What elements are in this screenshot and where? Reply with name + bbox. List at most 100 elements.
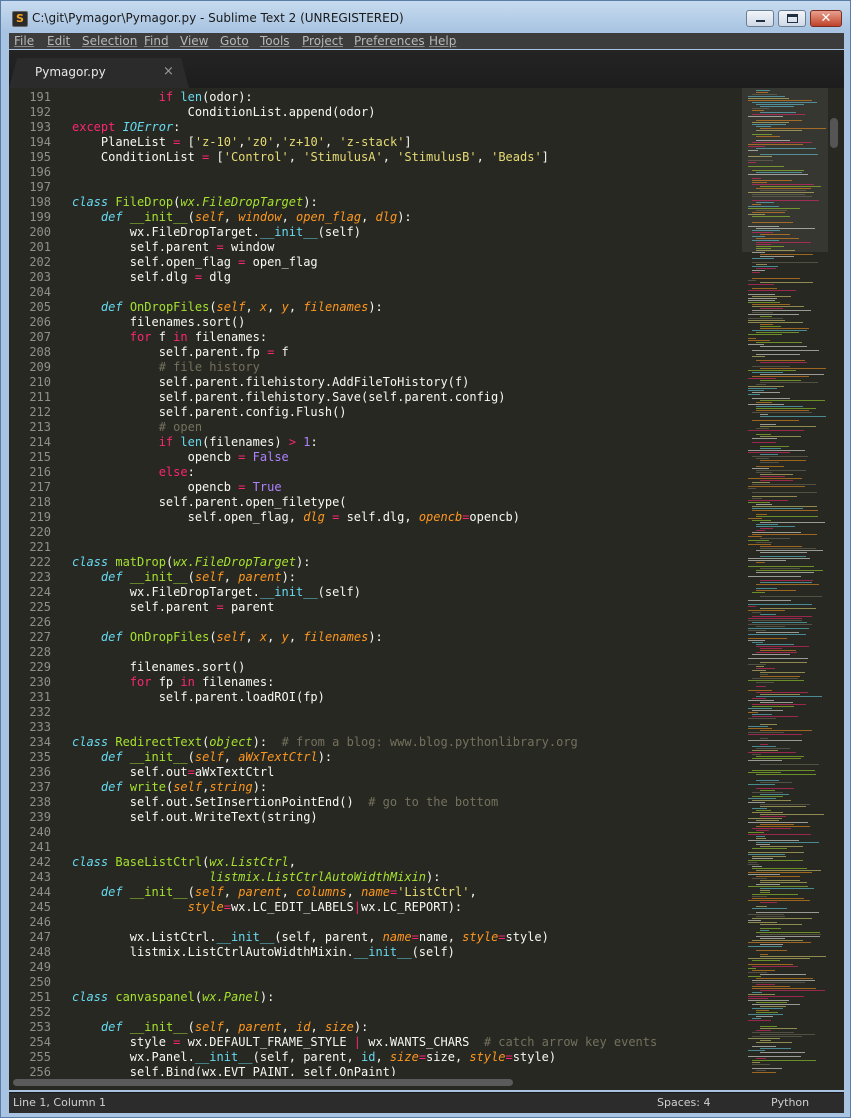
minimap-line (760, 328, 809, 329)
code-line[interactable]: self.parent.fp = f (72, 345, 289, 360)
tab-pymagor-py[interactable]: Pymagor.py × (9, 58, 189, 88)
close-window-button[interactable]: ✕ (810, 10, 842, 27)
code-line[interactable]: if len(odor): (72, 90, 253, 105)
code-line[interactable]: else: (72, 465, 195, 480)
code-area[interactable]: if len(odor): ConditionList.append(odor)… (72, 88, 742, 1076)
minimap-line (760, 256, 794, 257)
minimap-line (752, 110, 764, 111)
tab-close-icon[interactable]: × (163, 64, 174, 79)
code-line[interactable]: class FileDrop(wx.FileDropTarget): (72, 195, 318, 210)
line-number: 245 (29, 900, 51, 914)
menu-preferences[interactable]: Preferences (354, 33, 425, 49)
line-number: 250 (29, 975, 51, 989)
minimap-line (752, 496, 797, 497)
code-line[interactable]: for f in filenames: (72, 330, 267, 345)
horizontal-scrollbar[interactable] (9, 1076, 844, 1090)
code-line[interactable]: class canvaspanel(wx.Panel): (72, 990, 274, 1005)
code-line[interactable]: ConditionList.append(odor) (72, 105, 376, 120)
code-line[interactable]: class BaseListCtrl(wx.ListCtrl, (72, 855, 296, 870)
minimap-line (748, 558, 810, 559)
code-line[interactable]: class RedirectText(object): # from a blo… (72, 735, 578, 750)
menu-tools[interactable]: Tools (260, 33, 290, 49)
code-line[interactable]: self.parent.open_filetype( (72, 495, 347, 510)
code-line[interactable]: def OnDropFiles(self, x, y, filenames): (72, 300, 383, 315)
code-line[interactable]: self.open_flag, dlg = self.dlg, opencb=o… (72, 510, 520, 525)
code-line[interactable]: def __init__(self, parent, columns, name… (72, 885, 477, 900)
code-line[interactable]: def __init__(self, aWxTextCtrl): (72, 750, 332, 765)
menu-project[interactable]: Project (302, 33, 343, 49)
minimap-line (748, 728, 772, 729)
horizontal-scrollbar-thumb[interactable] (13, 1079, 513, 1086)
code-line[interactable]: for fp in filenames: (72, 675, 275, 690)
code-line[interactable]: def write(self,string): (72, 780, 267, 795)
code-line[interactable]: self.parent.filehistory.AddFileToHistory… (72, 375, 470, 390)
code-line[interactable]: self.parent.config.Flush() (72, 405, 347, 420)
minimap-line (760, 824, 794, 825)
minimize-button[interactable] (746, 10, 774, 27)
code-line[interactable]: def __init__(self, window, open_flag, dl… (72, 210, 412, 225)
code-line[interactable]: self.parent = parent (72, 600, 275, 615)
code-line[interactable]: def __init__(self, parent, id, size): (72, 1020, 368, 1035)
code-line[interactable]: self.open_flag = open_flag (72, 255, 318, 270)
minimap-line (748, 802, 765, 803)
vertical-scrollbar-thumb[interactable] (830, 118, 838, 148)
menu-edit[interactable]: Edit (47, 33, 70, 49)
code-line[interactable]: self.parent = window (72, 240, 275, 255)
menu-file[interactable]: File (14, 33, 34, 49)
syntax-mode[interactable]: Python (771, 1096, 809, 1109)
code-line[interactable]: wx.FileDropTarget.__init__(self) (72, 225, 361, 240)
menu-find[interactable]: Find (144, 33, 169, 49)
code-line[interactable]: listmix.ListCtrlAutoWidthMixin.__init__(… (72, 945, 455, 960)
menu-goto[interactable]: Goto (220, 33, 249, 49)
code-line[interactable]: if len(filenames) > 1: (72, 435, 318, 450)
minimap-line (752, 232, 773, 233)
code-line[interactable]: style=wx.LC_EDIT_LABELS|wx.LC_REPORT): (72, 900, 463, 915)
minimap-line (760, 702, 793, 703)
code-line[interactable]: wx.Panel.__init__(self, parent, id, size… (72, 1050, 556, 1065)
title-bar[interactable]: S C:\git\Pymagor\Pymagor.py - Sublime Te… (1, 1, 850, 33)
minimap-line (752, 1036, 802, 1037)
code-line[interactable]: PlaneList = ['z-10','z0','z+10', 'z-stac… (72, 135, 412, 150)
code-line[interactable]: wx.ListCtrl.__init__(self, parent, name=… (72, 930, 549, 945)
maximize-button[interactable] (778, 10, 806, 27)
minimap-line (752, 980, 815, 981)
code-line[interactable]: self.parent.loadROI(fp) (72, 690, 325, 705)
menu-help[interactable]: Help (429, 33, 456, 49)
code-line[interactable]: ConditionList = ['Control', 'StimulusA',… (72, 150, 549, 165)
menu-selection[interactable]: Selection (82, 33, 137, 49)
code-line[interactable]: opencb = False (72, 450, 289, 465)
code-line[interactable]: filenames.sort() (72, 315, 246, 330)
line-number: 220 (29, 525, 51, 539)
code-line[interactable]: def OnDropFiles(self, x, y, filenames): (72, 630, 383, 645)
code-editor[interactable]: 191 192 193 194 195 196 197 198 199 200 201 202 203 2… (9, 88, 844, 1076)
minimap-line (748, 638, 787, 639)
minimap-line (760, 1028, 797, 1029)
code-line[interactable]: listmix.ListCtrlAutoWidthMixin): (72, 870, 440, 885)
minimap-line (760, 416, 826, 417)
code-line[interactable]: def __init__(self, parent): (72, 570, 296, 585)
minimap-line (748, 922, 777, 923)
code-line[interactable]: # open (72, 420, 202, 435)
minimap[interactable] (742, 88, 828, 1076)
code-line[interactable]: self.Bind(wx.EVT_PAINT, self.OnPaint) (72, 1065, 397, 1076)
code-line[interactable]: self.dlg = dlg (72, 270, 231, 285)
line-number: 202 (29, 255, 51, 269)
code-line[interactable]: filenames.sort() (72, 660, 246, 675)
code-line[interactable]: class matDrop(wx.FileDropTarget): (72, 555, 310, 570)
minimap-line (752, 258, 774, 259)
code-line[interactable]: self.out.WriteText(string) (72, 810, 318, 825)
minimap-line (748, 390, 764, 391)
minimap-line (752, 266, 778, 267)
minimap-line (760, 326, 781, 327)
code-line[interactable]: style = wx.DEFAULT_FRAME_STYLE | wx.WANT… (72, 1035, 657, 1050)
menu-view[interactable]: View (180, 33, 208, 49)
code-line[interactable]: self.out.SetInsertionPointEnd() # go to … (72, 795, 498, 810)
code-line[interactable]: opencb = True (72, 480, 282, 495)
indentation-setting[interactable]: Spaces: 4 (657, 1096, 710, 1109)
line-number: 204 (29, 285, 51, 299)
code-line[interactable]: self.out=aWxTextCtrl (72, 765, 275, 780)
code-line[interactable]: except IOError: (72, 120, 180, 135)
code-line[interactable]: # file history (72, 360, 260, 375)
code-line[interactable]: wx.FileDropTarget.__init__(self) (72, 585, 361, 600)
code-line[interactable]: self.parent.filehistory.Save(self.parent… (72, 390, 506, 405)
